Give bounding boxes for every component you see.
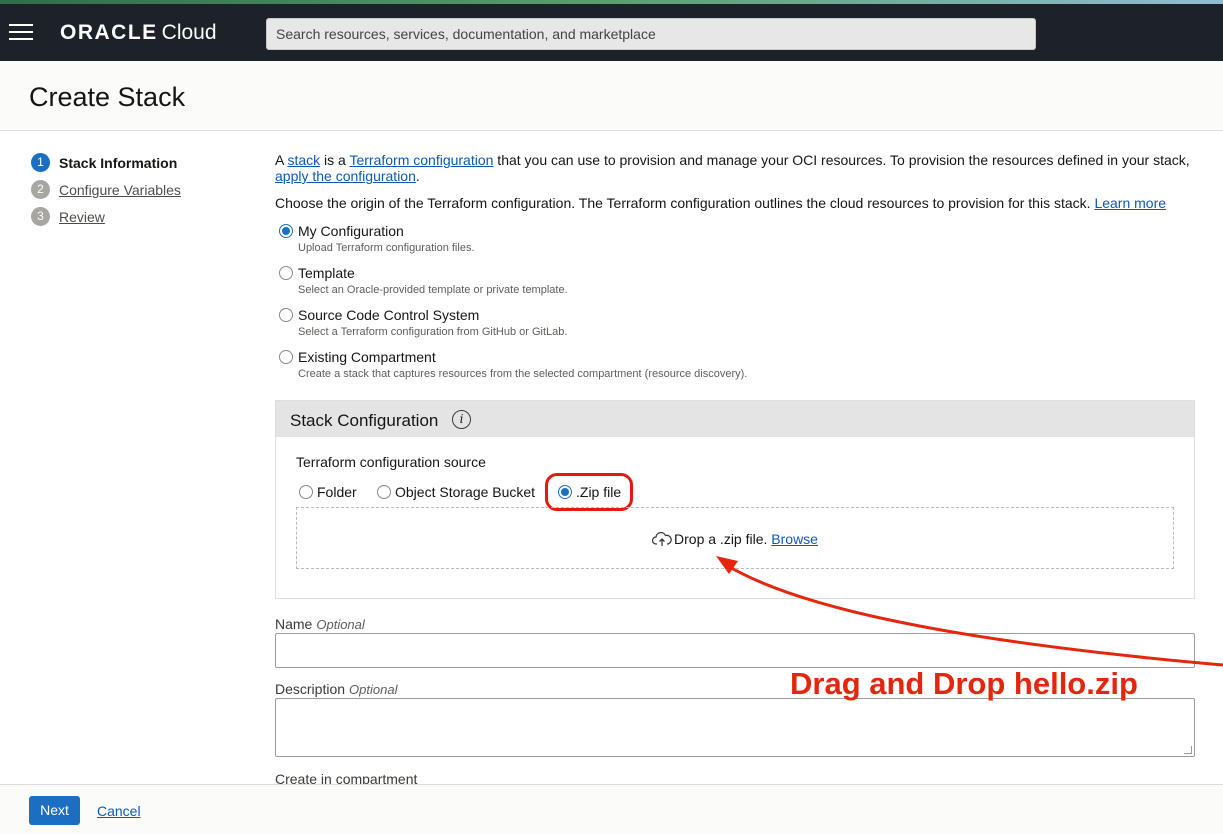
panel-header: Stack Configuration i (276, 401, 1194, 437)
radio-button[interactable] (279, 350, 293, 364)
intro-paragraph: A stack is a Terraform configuration tha… (275, 152, 1195, 184)
radio-button[interactable] (279, 224, 293, 238)
cloud-upload-icon (651, 531, 672, 546)
oracle-cloud-logo[interactable]: ORACLE Cloud (60, 21, 217, 45)
optional-tag: Optional (316, 617, 365, 632)
cancel-link[interactable]: Cancel (97, 803, 141, 819)
radio-button[interactable] (279, 266, 293, 280)
source-label-folder: Folder (317, 484, 357, 500)
description-label-text: Description (275, 681, 346, 697)
learn-more-link[interactable]: Learn more (1094, 195, 1166, 211)
panel-title: Stack Configuration (290, 411, 439, 430)
terraform-configuration-link[interactable]: Terraform configuration (349, 152, 493, 168)
step-number: 2 (31, 180, 50, 199)
origin-description: Select an Oracle-provided template or pr… (298, 284, 568, 296)
radio-button[interactable] (279, 308, 293, 322)
optional-tag: Optional (349, 682, 398, 697)
dropzone-content: Drop a .zip file. Browse (297, 531, 1173, 547)
info-icon[interactable]: i (452, 410, 471, 429)
name-input[interactable] (275, 633, 1195, 668)
radio-button[interactable] (299, 485, 313, 499)
apply-configuration-link[interactable]: apply the configuration (275, 168, 416, 184)
annotation-text: Drag and Drop hello.zip (790, 666, 1138, 701)
brand-stripe (0, 0, 1223, 4)
global-search-input[interactable]: Search resources, services, documentatio… (266, 18, 1036, 50)
intro-text: is a (320, 152, 350, 168)
intro-text: . (415, 168, 420, 184)
next-button[interactable]: Next (29, 796, 80, 825)
description-textarea[interactable] (275, 698, 1195, 757)
origin-description: Create a stack that captures resources f… (298, 368, 748, 380)
origin-label: Existing Compartment (298, 349, 436, 365)
origin-instructions-text: Choose the origin of the Terraform confi… (275, 195, 1095, 211)
resize-handle-icon[interactable] (1184, 746, 1192, 754)
hamburger-menu-icon[interactable] (9, 24, 33, 42)
stack-link[interactable]: stack (287, 152, 320, 168)
step-number: 1 (31, 153, 50, 172)
step-label: Configure Variables (59, 182, 181, 198)
stack-configuration-panel: Stack Configuration i Terraform configur… (275, 400, 1195, 599)
page-title: Create Stack (29, 82, 186, 112)
source-label-object-storage: Object Storage Bucket (395, 484, 536, 500)
intro-text: that you can use to provision and manage… (493, 152, 1190, 168)
origin-label: My Configuration (298, 223, 404, 239)
intro-text: A (275, 152, 288, 168)
zip-dropzone[interactable]: Drop a .zip file. Browse (296, 507, 1174, 569)
top-navigation-bar: ORACLE Cloud Search resources, services, … (0, 0, 1223, 61)
step-label: Stack Information (59, 155, 178, 171)
origin-label: Source Code Control System (298, 307, 480, 323)
name-label-text: Name (275, 616, 313, 632)
browse-link[interactable]: Browse (771, 531, 818, 547)
origin-label: Template (298, 265, 355, 281)
logo-brand: ORACLE (60, 21, 158, 44)
logo-product: Cloud (161, 21, 217, 44)
footer-bar: Next Cancel (0, 784, 1223, 834)
name-label: Name Optional (275, 616, 365, 632)
origin-description: Upload Terraform configuration files. (298, 242, 475, 254)
step-label: Review (59, 209, 105, 225)
annotation-highlight-circle (545, 473, 633, 511)
page-header: Create Stack (0, 61, 1223, 131)
description-label: Description Optional (275, 681, 397, 697)
origin-description: Select a Terraform configuration from Gi… (298, 326, 568, 338)
step-number: 3 (31, 207, 50, 226)
source-label: Terraform configuration source (296, 454, 486, 470)
radio-button[interactable] (377, 485, 391, 499)
dropzone-text: Drop a .zip file. (674, 531, 772, 547)
origin-instructions: Choose the origin of the Terraform confi… (275, 195, 1166, 211)
